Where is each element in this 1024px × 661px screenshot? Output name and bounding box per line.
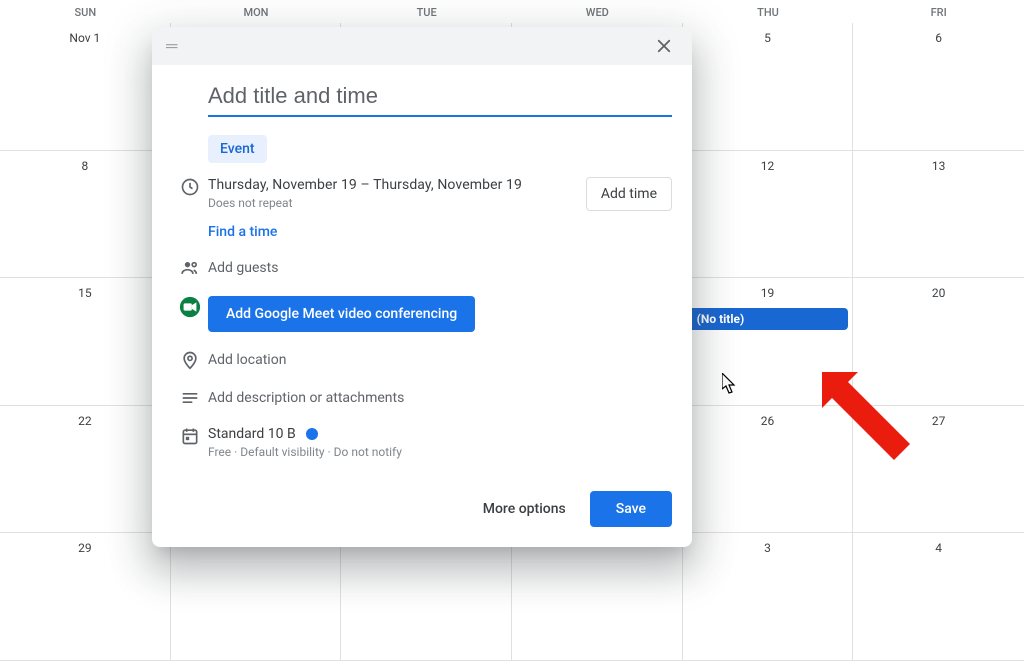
day-header: MON (171, 6, 342, 19)
calendar-icon (172, 426, 208, 446)
modal-footer: More options Save (152, 481, 692, 547)
calendar-cell[interactable] (512, 533, 683, 661)
calendar-cell[interactable] (341, 533, 512, 661)
close-icon (655, 37, 673, 55)
create-event-modal: ═ Event Thursday, November 19 – Thursday… (152, 27, 692, 547)
calendar-cell[interactable]: 22 (0, 406, 171, 534)
date-label: 20 (929, 286, 949, 300)
date-label: 4 (929, 541, 949, 555)
day-header: THU (683, 6, 854, 19)
calendar-cell[interactable]: 8 (0, 151, 171, 279)
calendar-cell[interactable]: 12 (683, 151, 854, 279)
event-title-input[interactable] (208, 79, 672, 117)
date-label: 29 (75, 541, 95, 555)
calendar-cell[interactable]: 26 (683, 406, 854, 534)
description-icon (172, 388, 208, 408)
location-icon (172, 350, 208, 370)
day-header: SUN (0, 6, 171, 19)
event-date-range[interactable]: Thursday, November 19 – Thursday, Novemb… (208, 177, 522, 193)
calendar-cell[interactable] (171, 533, 342, 661)
date-label: 15 (75, 286, 95, 300)
calendar-cell[interactable]: 29 (0, 533, 171, 661)
add-guests-field[interactable]: Add guests (208, 258, 672, 276)
date-label: 22 (75, 414, 95, 428)
add-time-button[interactable]: Add time (586, 177, 672, 211)
calendar-cell[interactable]: 3 (683, 533, 854, 661)
date-separator: – (357, 177, 373, 193)
date-label: 8 (75, 159, 95, 173)
tab-event[interactable]: Event (208, 135, 267, 163)
find-a-time-link[interactable]: Find a time (208, 224, 522, 240)
event-end-date: Thursday, November 19 (373, 177, 522, 193)
add-description-field[interactable]: Add description or attachments (208, 388, 672, 406)
add-google-meet-button[interactable]: Add Google Meet video conferencing (208, 296, 475, 332)
calendar-cell[interactable]: 15 (0, 278, 171, 406)
calendar-color-dot (306, 428, 318, 440)
calendar-cell[interactable]: 20 (853, 278, 1024, 406)
event-chip-no-title[interactable]: (No title) (687, 308, 849, 330)
people-icon (172, 258, 208, 278)
clock-icon (172, 177, 208, 197)
date-label: Nov 1 (69, 31, 100, 45)
more-options-button[interactable]: More options (479, 493, 570, 525)
calendar-cell[interactable]: 19 (No title) (683, 278, 854, 406)
date-label: 12 (757, 159, 777, 173)
google-meet-icon (172, 296, 208, 318)
modal-topbar: ═ (152, 27, 692, 65)
day-header: TUE (341, 6, 512, 19)
event-start-date: Thursday, November 19 (208, 177, 357, 193)
close-button[interactable] (650, 32, 678, 60)
calendar-cell[interactable]: 5 (683, 23, 854, 151)
day-header: WED (512, 6, 683, 19)
calendar-name: Standard 10 B (208, 426, 296, 442)
date-label: 3 (757, 541, 777, 555)
calendar-cell[interactable]: 13 (853, 151, 1024, 279)
day-header: FRI (853, 6, 1024, 19)
calendar-picker[interactable]: Standard 10 B (208, 426, 672, 442)
calendar-day-headers: SUN MON TUE WED THU FRI (0, 0, 1024, 23)
date-label: 27 (929, 414, 949, 428)
calendar-cell[interactable]: 6 (853, 23, 1024, 151)
calendar-cell[interactable]: 27 (853, 406, 1024, 534)
date-label: 13 (929, 159, 949, 173)
date-label: 6 (929, 31, 949, 45)
calendar-cell[interactable]: 4 (853, 533, 1024, 661)
date-label: 26 (757, 414, 777, 428)
event-repeat[interactable]: Does not repeat (208, 196, 522, 210)
date-label: 19 (757, 286, 777, 300)
calendar-cell[interactable]: Nov 1 (0, 23, 171, 151)
add-location-field[interactable]: Add location (208, 350, 672, 368)
date-label: 5 (757, 31, 777, 45)
save-button[interactable]: Save (590, 491, 672, 527)
modal-body: Event Thursday, November 19 – Thursday, … (152, 65, 692, 481)
drag-handle-icon[interactable]: ═ (166, 38, 179, 54)
event-visibility-meta[interactable]: Free · Default visibility · Do not notif… (208, 445, 672, 459)
